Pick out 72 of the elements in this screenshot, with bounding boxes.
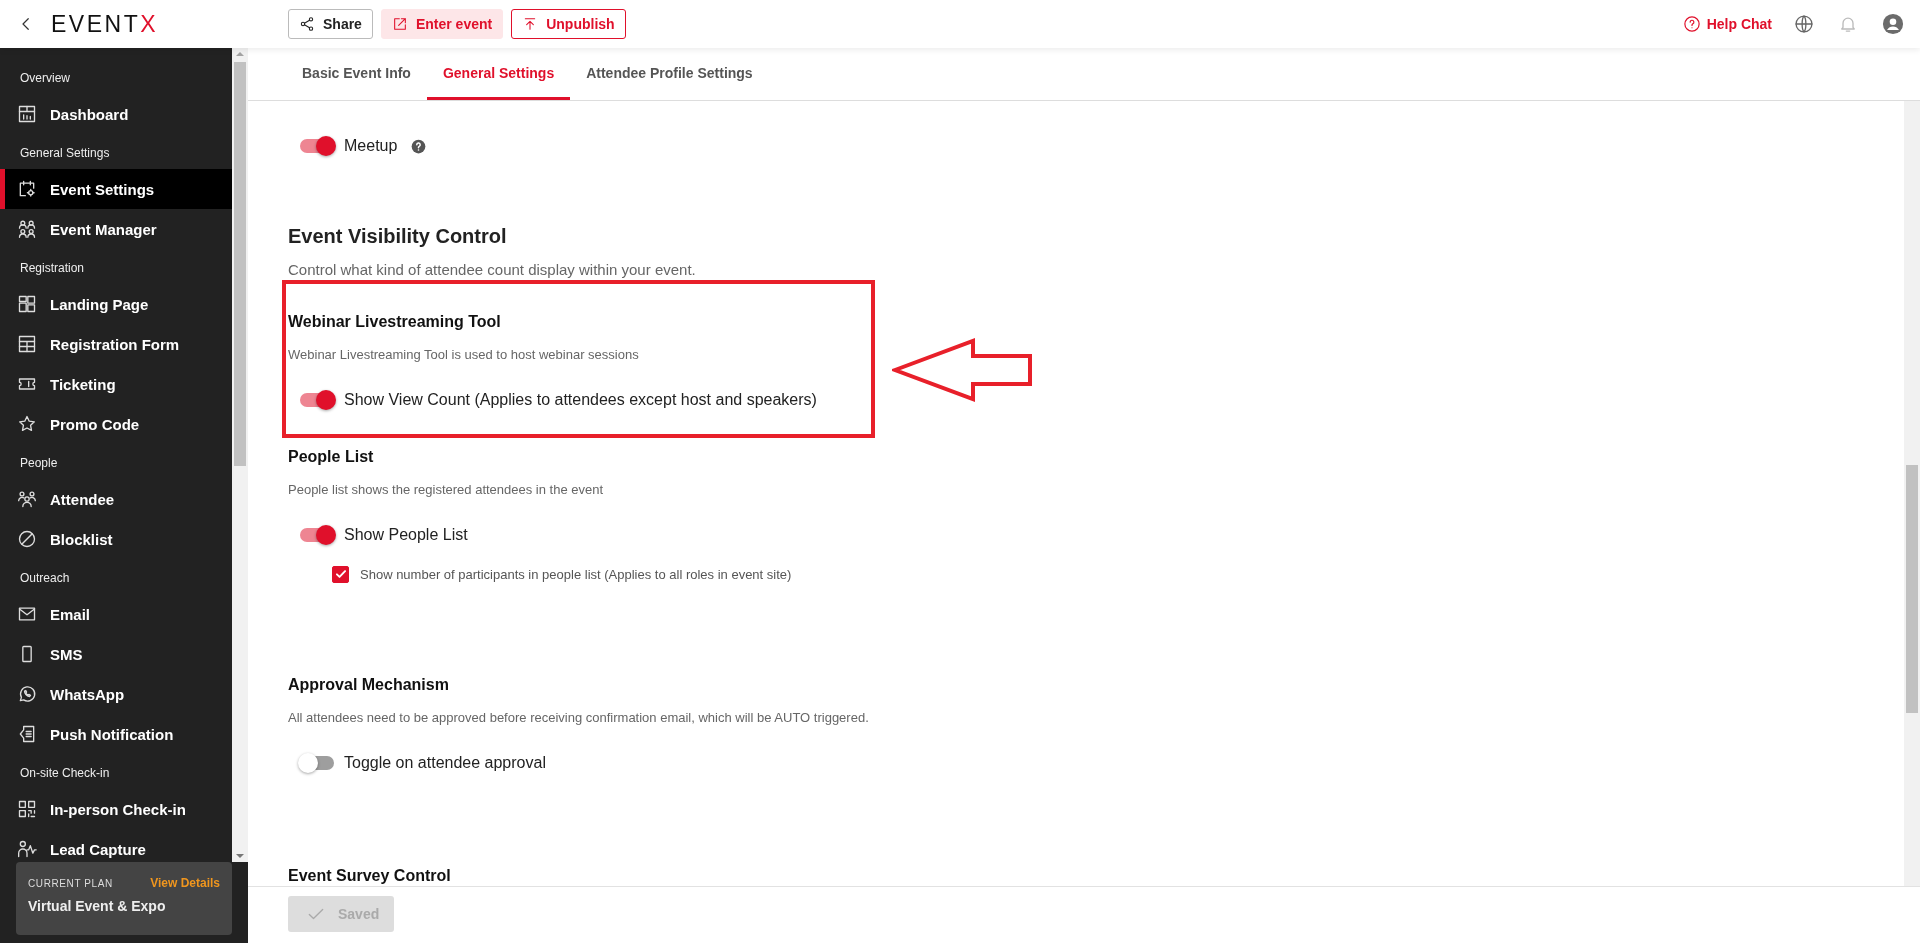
sidebar-item[interactable]: Event Manager bbox=[0, 209, 232, 249]
setting-title: Webinar Livestreaming Tool bbox=[288, 312, 502, 332]
sidebar-item[interactable]: Attendee bbox=[0, 479, 232, 519]
setting-description: Webinar Livestreaming Tool is used to host webinar sessions bbox=[288, 346, 640, 364]
toggle-label: Show People List bbox=[344, 526, 468, 544]
checkbox[interactable] bbox=[332, 565, 349, 583]
toggle-label: Show View Count (Applies to attendees except host and speakers) bbox=[344, 391, 817, 409]
logo[interactable]: EVENTX bbox=[51, 10, 159, 38]
question-circle-icon bbox=[1682, 15, 1701, 33]
section-label: People bbox=[19, 455, 59, 472]
sidebar-item[interactable]: Push Notification bbox=[0, 714, 232, 754]
toggle-switch[interactable] bbox=[298, 134, 336, 158]
sidebar-item[interactable]: Registration Form bbox=[0, 324, 232, 364]
layout-grid-icon bbox=[17, 294, 37, 314]
section-label: Outreach bbox=[19, 570, 71, 587]
globe-icon[interactable] bbox=[1794, 14, 1814, 34]
toggle-switch[interactable] bbox=[298, 523, 336, 547]
section-heading: Event Visibility Control bbox=[288, 224, 508, 249]
sidebar-item[interactable]: WhatsApp bbox=[0, 674, 232, 714]
help-icon[interactable] bbox=[411, 138, 427, 154]
section-label: Overview bbox=[19, 70, 71, 87]
sidebar-item[interactable]: Lead Capture bbox=[0, 829, 232, 862]
table-icon bbox=[17, 334, 37, 354]
sidebar-item[interactable]: Event Settings bbox=[0, 169, 232, 209]
sidebar-item[interactable]: SMS bbox=[0, 634, 232, 674]
tab[interactable]: General Settings bbox=[426, 48, 571, 100]
check-icon bbox=[333, 567, 348, 581]
plan-caption: CURRENT PLAN bbox=[28, 877, 113, 889]
sidebar-item[interactable]: Email bbox=[0, 594, 232, 634]
sidebar-item[interactable]: Promo Code bbox=[0, 404, 232, 444]
dashboard-icon bbox=[17, 104, 37, 124]
message-list-icon bbox=[17, 724, 37, 744]
section-label: General Settings bbox=[19, 145, 111, 162]
chat-bubble-icon bbox=[17, 684, 37, 704]
sidebar-item[interactable]: Ticketing bbox=[0, 364, 232, 404]
enter-event-button[interactable]: Enter event bbox=[380, 9, 504, 39]
user-avatar-icon[interactable] bbox=[1882, 13, 1904, 35]
unpublish-button[interactable]: Unpublish bbox=[511, 9, 626, 39]
plan-name: Virtual Event & Expo bbox=[28, 898, 167, 914]
tab[interactable]: Basic Event Info bbox=[286, 48, 427, 100]
setting-title: Approval Mechanism bbox=[288, 675, 450, 695]
sidebar-item[interactable]: In-person Check-in bbox=[0, 789, 232, 829]
qr-code-icon bbox=[17, 799, 37, 819]
people-icon bbox=[17, 219, 37, 239]
help-chat-link[interactable]: Help Chat bbox=[1682, 15, 1772, 33]
scrollbar[interactable] bbox=[232, 48, 248, 862]
setting-title: Event Survey Control bbox=[288, 866, 452, 886]
setting-description: People list shows the registered attendees in the event bbox=[288, 481, 605, 499]
toggle-switch[interactable] bbox=[298, 388, 336, 412]
sidebar-item[interactable]: Landing Page bbox=[0, 284, 232, 324]
toggle-switch[interactable] bbox=[298, 751, 336, 775]
star-icon bbox=[17, 414, 37, 434]
scrollbar[interactable] bbox=[1904, 101, 1920, 886]
section-label: On-site Check-in bbox=[19, 765, 111, 782]
tab[interactable]: Attendee Profile Settings bbox=[570, 48, 769, 100]
share-button[interactable]: Share bbox=[288, 9, 373, 39]
prohibited-icon bbox=[17, 529, 37, 549]
people-icon bbox=[17, 489, 37, 509]
setting-description: All attendees need to be approved before receiving confirmation email, which will be AUTO triggered. bbox=[288, 709, 870, 727]
calendar-gear-icon bbox=[17, 179, 37, 199]
external-link-icon bbox=[391, 16, 408, 32]
toggle-label: Toggle on attendee approval bbox=[344, 754, 546, 772]
share-icon bbox=[299, 16, 315, 32]
person-pulse-icon bbox=[17, 839, 37, 859]
section-subtitle: Control what kind of attendee count display within your event. bbox=[288, 260, 697, 280]
setting-title: People List bbox=[288, 447, 375, 467]
checkbox-label: Show number of participants in people list (Applies to all roles in event site) bbox=[360, 566, 792, 582]
view-details-link[interactable]: View Details bbox=[150, 876, 220, 890]
sidebar-item[interactable]: Blocklist bbox=[0, 519, 232, 559]
section-label: Registration bbox=[19, 260, 86, 277]
sidebar-item[interactable]: Dashboard bbox=[0, 94, 232, 134]
toggle-label: Meetup bbox=[344, 137, 398, 155]
